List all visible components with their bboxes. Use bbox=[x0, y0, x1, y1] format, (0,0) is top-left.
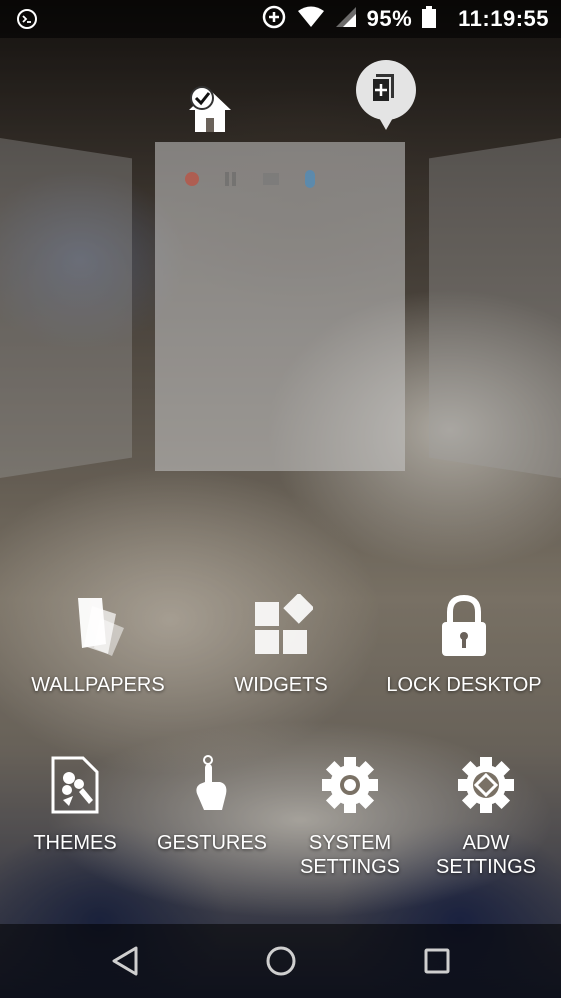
widgets-button[interactable]: WIDGETS bbox=[220, 592, 342, 697]
battery-icon bbox=[422, 5, 437, 33]
clock: 11:19:55 bbox=[458, 6, 549, 31]
system-settings-icon bbox=[294, 754, 406, 821]
cell-signal-icon bbox=[335, 6, 357, 33]
wallpapers-label: WALLPAPERS bbox=[31, 674, 165, 696]
themes-button[interactable]: THEMES bbox=[22, 754, 128, 855]
desktop-page-current[interactable] bbox=[155, 142, 405, 471]
lock-desktop-label: LOCK DESKTOP bbox=[386, 674, 542, 696]
desktop-page-left[interactable] bbox=[0, 138, 132, 478]
gestures-button[interactable]: GESTURES bbox=[154, 754, 270, 855]
desktop-page-right[interactable] bbox=[429, 138, 561, 478]
home-check-icon[interactable] bbox=[185, 84, 235, 139]
themes-icon bbox=[22, 754, 128, 821]
terminal-icon bbox=[16, 8, 38, 35]
gestures-label: GESTURES bbox=[156, 832, 268, 854]
lock-icon bbox=[384, 594, 544, 663]
wallpapers-button[interactable]: WALLPAPERS bbox=[22, 594, 174, 697]
navigation-bar bbox=[0, 924, 561, 998]
system-settings-button[interactable]: SYSTEM SETTINGS bbox=[294, 754, 406, 879]
lock-desktop-button[interactable]: LOCK DESKTOP bbox=[384, 594, 544, 697]
app-preview-red bbox=[185, 172, 199, 186]
widgets-label: WIDGETS bbox=[234, 674, 328, 696]
back-icon[interactable] bbox=[110, 944, 140, 983]
adw-settings-label: ADW SETTINGS bbox=[435, 832, 536, 878]
status-bar: 95% 11:19:55 bbox=[0, 0, 561, 38]
page-preview-icons bbox=[185, 170, 315, 188]
adw-settings-button[interactable]: ADW SETTINGS bbox=[430, 754, 542, 879]
recents-icon[interactable] bbox=[422, 944, 452, 983]
add-page-icon[interactable] bbox=[354, 60, 418, 139]
themes-label: THEMES bbox=[33, 832, 117, 854]
gestures-icon bbox=[154, 754, 270, 821]
adw-settings-icon bbox=[430, 754, 542, 821]
widgets-icon bbox=[220, 592, 342, 663]
wifi-icon bbox=[297, 6, 325, 33]
system-settings-label: SYSTEM SETTINGS bbox=[299, 832, 400, 878]
wallpapers-icon bbox=[22, 594, 174, 663]
app-preview-blue bbox=[305, 170, 315, 188]
app-preview-bars bbox=[225, 172, 237, 186]
app-preview-square bbox=[263, 173, 279, 185]
sync-plus-icon bbox=[261, 4, 287, 35]
home-circle-icon[interactable] bbox=[264, 944, 298, 983]
battery-percent: 95% bbox=[366, 6, 413, 31]
